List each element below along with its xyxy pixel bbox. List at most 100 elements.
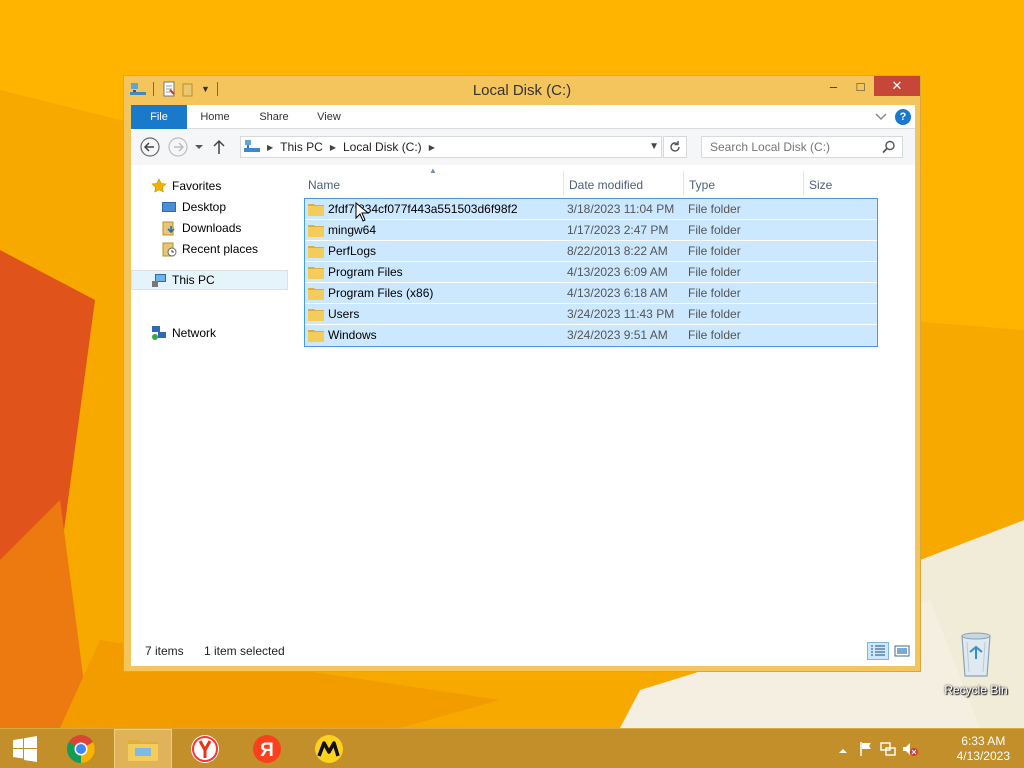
recycle-bin[interactable]: Recycle Bin: [940, 630, 1012, 697]
recent-places-icon: [162, 242, 177, 257]
file-name: PerfLogs: [328, 244, 377, 258]
star-icon: [151, 178, 167, 193]
search-input[interactable]: [702, 137, 872, 157]
table-row[interactable]: 2fdf7f834cf077f443a551503d6f98f2 3/18/20…: [305, 199, 877, 220]
column-header-type[interactable]: Type: [689, 175, 715, 195]
title-bar[interactable]: ▼ Local Disk (C:) – □ ✕: [124, 76, 920, 105]
this-pc-icon: [152, 274, 166, 287]
large-icons-view-icon: [894, 645, 910, 657]
column-divider[interactable]: [683, 171, 684, 195]
folder-icon: [308, 309, 324, 321]
tab-home[interactable]: Home: [193, 105, 237, 129]
column-divider[interactable]: [803, 171, 804, 195]
show-hidden-icons-icon[interactable]: [838, 743, 848, 759]
navigation-bar: ▶ This PC ▶ Local Disk (C:) ▶ ▼: [131, 129, 915, 165]
this-pc-icon: [244, 140, 260, 152]
clock-date: 4/13/2023: [956, 749, 1010, 763]
search-icon[interactable]: [882, 140, 896, 154]
breadcrumb-separator-icon[interactable]: ▶: [327, 143, 339, 152]
back-icon[interactable]: [140, 137, 160, 157]
file-type: File folder: [688, 328, 741, 342]
maximize-button[interactable]: □: [847, 76, 874, 96]
close-button[interactable]: ✕: [874, 76, 920, 96]
volume-muted-icon[interactable]: [902, 741, 918, 757]
file-name: Program Files: [328, 265, 403, 279]
breadcrumb-separator-icon[interactable]: ▶: [264, 143, 276, 152]
taskbar-yandex-browser[interactable]: [176, 729, 234, 768]
nav-network[interactable]: Network: [151, 323, 216, 343]
taskbar-clock[interactable]: 6:33 AM 4/13/2023: [957, 734, 1010, 764]
recent-locations-icon[interactable]: [193, 137, 205, 157]
yandex-icon: Я: [253, 735, 281, 763]
nav-favorites[interactable]: Favorites: [151, 176, 221, 196]
column-header-name[interactable]: Name: [308, 175, 340, 195]
table-row[interactable]: Program Files 4/13/2023 6:09 AM File fol…: [305, 262, 877, 283]
forward-icon[interactable]: [168, 137, 188, 157]
tab-view[interactable]: View: [311, 105, 347, 129]
file-type: File folder: [688, 202, 741, 216]
nav-item-desktop[interactable]: Desktop: [161, 197, 226, 217]
taskbar-file-explorer[interactable]: [114, 729, 172, 768]
up-arrow-icon[interactable]: [211, 137, 227, 157]
column-divider[interactable]: [563, 171, 564, 195]
table-row[interactable]: PerfLogs 8/22/2013 8:22 AM File folder: [305, 241, 877, 262]
details-view-button[interactable]: [867, 642, 889, 660]
folder-icon: [308, 246, 324, 258]
recycle-bin-icon: [961, 632, 991, 677]
large-icons-view-button[interactable]: [891, 642, 913, 660]
breadcrumb-this-pc[interactable]: This PC: [276, 140, 327, 154]
details-view-icon: [871, 645, 885, 656]
address-bar[interactable]: ▶ This PC ▶ Local Disk (C:) ▶ ▼: [240, 136, 662, 158]
folder-icon: [308, 225, 324, 237]
taskbar-yandex[interactable]: Я: [238, 729, 296, 768]
breadcrumb-local-disk[interactable]: Local Disk (C:): [339, 140, 426, 154]
minimize-button[interactable]: –: [820, 76, 847, 96]
network-icon: [152, 326, 166, 340]
action-center-flag-icon[interactable]: [858, 741, 874, 757]
folder-icon: [308, 288, 324, 300]
nav-favorites-label: Favorites: [172, 179, 222, 193]
nav-item-downloads[interactable]: Downloads: [161, 218, 241, 238]
file-date: 3/24/2023 11:43 PM: [567, 307, 675, 321]
content-area: Favorites Desktop Downloads Recent place…: [131, 165, 915, 666]
svg-text:Я: Я: [260, 740, 274, 761]
table-row[interactable]: Windows 3/24/2023 9:51 AM File folder: [305, 325, 877, 346]
tab-share[interactable]: Share: [253, 105, 295, 129]
file-type: File folder: [688, 244, 741, 258]
help-icon[interactable]: ?: [895, 109, 911, 125]
file-rows: 2fdf7f834cf077f443a551503d6f98f2 3/18/20…: [304, 198, 878, 347]
selection-count: 1 item selected: [204, 644, 285, 658]
nav-network-label: Network: [172, 326, 217, 340]
file-explorer-window: ▼ Local Disk (C:) – □ ✕ File Home Share …: [123, 75, 921, 672]
address-dropdown-icon[interactable]: ▼: [649, 141, 659, 152]
table-row[interactable]: mingw64 1/17/2023 2:47 PM File folder: [305, 220, 877, 241]
file-explorer-icon: [128, 740, 158, 761]
refresh-button[interactable]: [663, 136, 687, 158]
maximize-icon: □: [856, 78, 865, 94]
network-status-icon[interactable]: [880, 741, 896, 757]
nav-item-recent-places[interactable]: Recent places: [161, 239, 258, 259]
file-type: File folder: [688, 307, 741, 321]
table-row[interactable]: Users 3/24/2023 11:43 PM File folder: [305, 304, 877, 325]
folder-icon: [308, 267, 324, 279]
expand-ribbon-icon[interactable]: [875, 113, 887, 121]
file-list: ▲ Name Date modified Type Size 2fdf7f834…: [301, 165, 913, 635]
taskbar-chrome[interactable]: [52, 729, 110, 768]
item-count: 7 items: [145, 644, 184, 658]
breadcrumb-separator-icon[interactable]: ▶: [426, 143, 438, 152]
table-row[interactable]: Program Files (x86) 4/13/2023 6:18 AM Fi…: [305, 283, 877, 304]
nav-this-pc[interactable]: This PC: [131, 270, 288, 290]
start-button[interactable]: [0, 729, 50, 768]
column-header-size[interactable]: Size: [809, 175, 832, 195]
file-date: 4/13/2023 6:18 AM: [567, 286, 668, 300]
file-date: 3/24/2023 9:51 AM: [567, 328, 668, 342]
nav-this-pc-label: This PC: [172, 273, 215, 287]
tab-file[interactable]: File: [131, 105, 187, 129]
file-date: 1/17/2023 2:47 PM: [567, 223, 669, 237]
downloads-icon: [162, 221, 175, 236]
sort-ascending-icon: ▲: [429, 166, 437, 175]
search-box[interactable]: [701, 136, 903, 158]
ribbon-tabs: File Home Share View ?: [131, 105, 915, 129]
column-header-date[interactable]: Date modified: [569, 175, 643, 195]
taskbar-yandex-market[interactable]: [300, 729, 358, 768]
